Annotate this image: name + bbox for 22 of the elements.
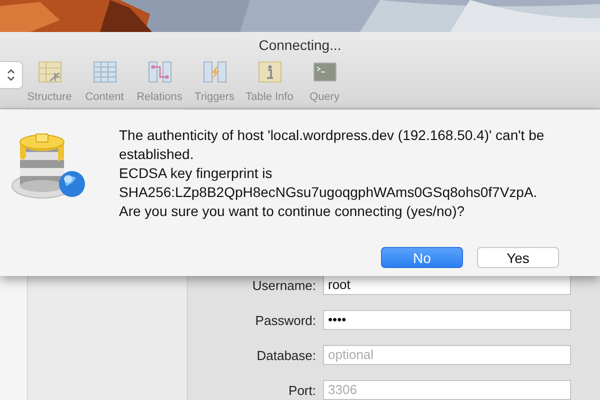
field-label: Port: — [288, 382, 316, 398]
alert-message: SHA256:LZp8B2QpH8ecNGsu7ugoqgphWAms0GSq8ohs0f7VzpA. — [119, 183, 538, 202]
table-wrench-icon — [36, 59, 62, 85]
input-field[interactable]: •••• — [323, 310, 571, 330]
input-field[interactable]: root — [323, 275, 571, 295]
alert-message: The authenticity of host 'local.wordpress.dev (192.168.50.4)' can't be established. — [119, 126, 546, 164]
info-icon — [256, 59, 282, 85]
dialog-button[interactable]: No — [381, 247, 463, 268]
input-field[interactable]: 3306 — [323, 380, 571, 400]
field-label: Database: — [256, 348, 316, 362]
input-field[interactable]: optional — [323, 345, 571, 365]
alert-message: ECDSA key fingerprint is — [119, 164, 274, 183]
lightning-table-icon — [202, 59, 228, 85]
table-icon — [92, 59, 118, 85]
field-label: Password: — [254, 312, 316, 328]
dialog-button[interactable]: Yes — [477, 247, 559, 268]
chevron-icon — [6, 67, 16, 83]
window-title: Connecting... — [258, 37, 342, 53]
stepper-control[interactable] — [0, 61, 23, 89]
alert-message: Are you sure you want to continue connecting (yes/no)? — [119, 202, 466, 221]
relations-icon — [146, 59, 172, 85]
field-label: Username: — [251, 278, 316, 292]
